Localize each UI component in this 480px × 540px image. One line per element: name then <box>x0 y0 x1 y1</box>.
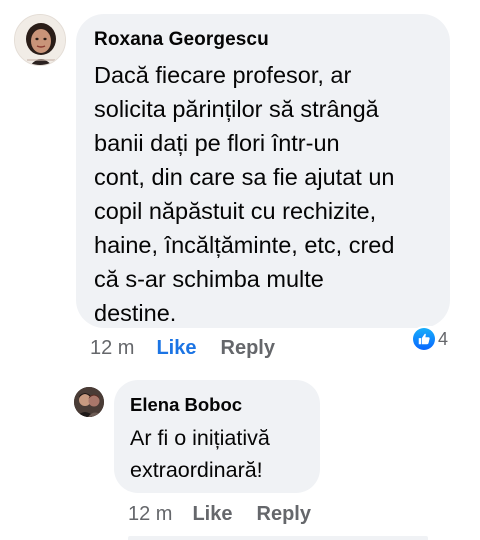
comment-actions: 12 m Like Reply <box>128 500 311 528</box>
like-button[interactable]: Like <box>156 337 196 360</box>
comment-timestamp[interactable]: 12 m <box>90 337 134 360</box>
reply-button[interactable]: Reply <box>257 503 311 526</box>
avatar[interactable] <box>74 387 104 417</box>
like-button[interactable]: Like <box>192 503 232 526</box>
comment-bubble: Roxana Georgescu Dacă fiecare profesor, … <box>76 14 450 328</box>
profile-photo-icon <box>74 387 104 417</box>
profile-photo-icon <box>15 15 65 65</box>
avatar[interactable] <box>14 14 66 66</box>
reply-bubble: Elena Boboc Ar fi o inițiativă extraordi… <box>114 380 320 493</box>
comment-actions: 12 m Like Reply <box>90 334 275 362</box>
comment-author[interactable]: Elena Boboc <box>130 394 306 416</box>
comment-timestamp[interactable]: 12 m <box>128 503 172 526</box>
thumbs-up-icon <box>413 328 435 350</box>
next-comment-edge <box>128 536 428 540</box>
reply-button[interactable]: Reply <box>221 337 275 360</box>
comments-thread: Roxana Georgescu Dacă fiecare profesor, … <box>0 0 480 540</box>
comment-text: Ar fi o inițiativă extraordinară! <box>130 426 270 482</box>
reaction-summary[interactable]: 4 <box>411 326 452 352</box>
reaction-count: 4 <box>438 329 449 349</box>
comment-text: Dacă fiecare profesor, ar solicita părin… <box>94 62 395 326</box>
comment-author[interactable]: Roxana Georgescu <box>94 28 436 52</box>
